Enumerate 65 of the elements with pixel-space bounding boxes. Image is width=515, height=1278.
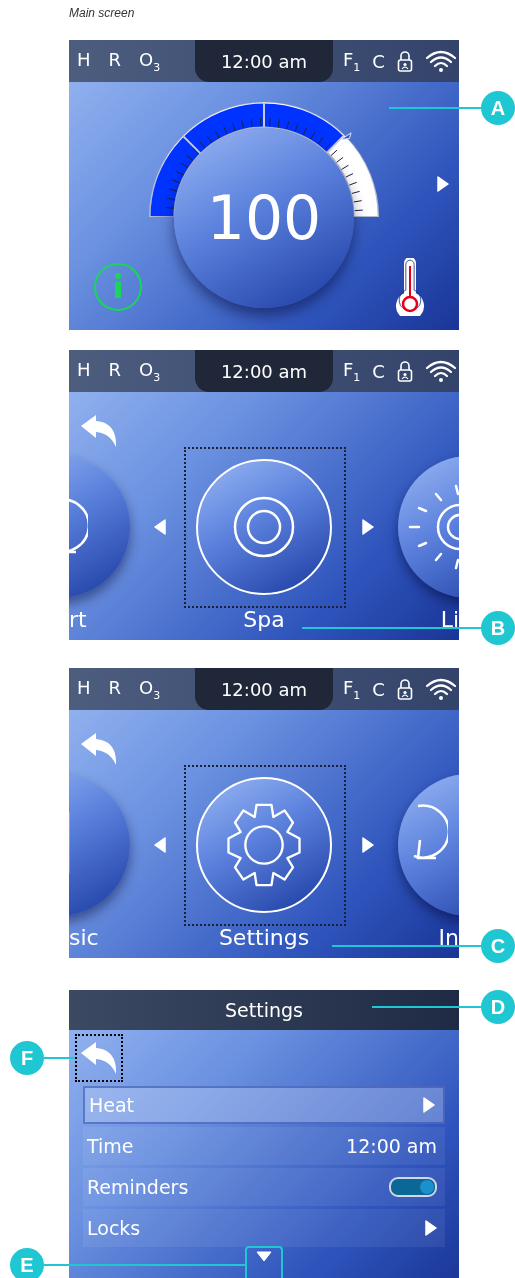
leader-line [44, 1057, 75, 1059]
toggle-switch[interactable] [389, 1177, 437, 1197]
caption: Main screen [69, 6, 135, 20]
menu-label: sic [69, 925, 99, 950]
status-indicator: H [77, 358, 91, 382]
status-indicator: F$_{1}$ [343, 358, 361, 384]
status-indicator: R [108, 48, 122, 72]
callout-badge: F [10, 1041, 44, 1075]
status-indicator: R [108, 676, 122, 700]
row-label: Heat [89, 1094, 135, 1116]
status-indicator: O$_{3}$ [139, 676, 161, 702]
previous-arrow-icon[interactable] [154, 837, 166, 853]
status-indicator: O$_{3}$ [139, 358, 161, 384]
status-indicator: F$_{1}$ [343, 48, 361, 74]
menu-row[interactable]: Reminders [83, 1168, 445, 1206]
clock-display: 12:00 am [220, 360, 308, 382]
temperature-dial[interactable]: 100 [174, 128, 354, 308]
status-indicator: C [372, 360, 385, 382]
submenu-arrow-icon[interactable] [425, 1220, 437, 1236]
lock-icon [396, 50, 413, 72]
lock-icon [396, 678, 413, 700]
row-label: Reminders [87, 1176, 189, 1198]
wifi-icon [424, 359, 457, 383]
callout-badge: B [481, 611, 515, 645]
screen-title: Settings [225, 999, 303, 1021]
wifi-icon [424, 49, 457, 73]
menu-label: Spa [243, 607, 285, 632]
menu-row[interactable]: Locks [83, 1209, 445, 1247]
concentric-circles-icon [233, 496, 295, 558]
sun-icon [408, 482, 459, 572]
status-indicator: H [77, 676, 91, 700]
callout-badge: A [481, 91, 515, 125]
next-arrow-icon[interactable] [362, 519, 374, 535]
status-indicator: C [372, 678, 385, 700]
row-label: Locks [87, 1217, 141, 1239]
next-arrow-icon[interactable] [437, 176, 449, 192]
next-arrow-icon[interactable] [362, 837, 374, 853]
status-indicator: C [372, 50, 385, 72]
back-arrow-icon[interactable] [79, 414, 119, 448]
gauge-pointer[interactable] [340, 132, 352, 141]
previous-arrow-icon[interactable] [154, 519, 166, 535]
clock-display: 12:00 am [220, 678, 308, 700]
submenu-arrow-icon[interactable] [423, 1097, 435, 1113]
callout-bracket [245, 1246, 283, 1278]
scroll-down-icon[interactable] [256, 1251, 272, 1262]
row-value: 12:00 am [346, 1135, 437, 1157]
clock-display: 12:00 am [220, 50, 308, 72]
thermometer-icon[interactable] [394, 258, 426, 316]
menu-row[interactable]: Heat [83, 1086, 445, 1124]
menu-label: Settings [218, 925, 310, 950]
lock-icon [396, 360, 413, 382]
callout-badge: E [10, 1248, 44, 1278]
callout-badge: C [481, 929, 515, 963]
status-indicator: H [77, 48, 91, 72]
callout-badge: D [481, 990, 515, 1024]
menu-label: In [438, 925, 459, 950]
menu-label: Li [440, 607, 459, 632]
status-indicator: F$_{1}$ [343, 676, 361, 702]
menu-label: rt [69, 607, 87, 632]
status-indicator: R [108, 358, 122, 382]
menu-row[interactable]: Time 12:00 am [83, 1127, 445, 1165]
wifi-icon [424, 677, 457, 701]
status-indicator: O$_{3}$ [139, 48, 161, 74]
row-label: Time [87, 1135, 134, 1157]
back-arrow-icon[interactable] [79, 732, 119, 766]
